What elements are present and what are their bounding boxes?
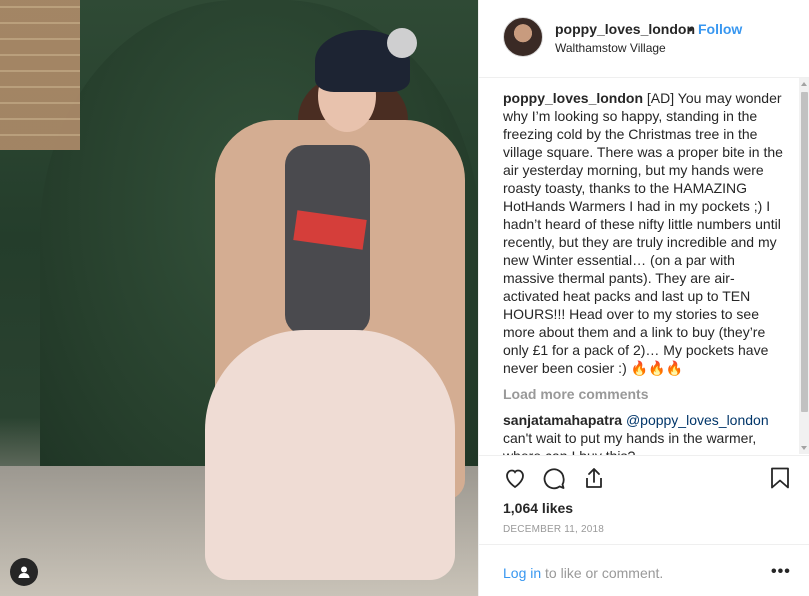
action-bar: [479, 455, 809, 499]
post-photo[interactable]: [0, 0, 478, 596]
tulle-skirt: [205, 330, 455, 580]
post-header: poppy_loves_london • Follow Walthamstow …: [479, 0, 809, 78]
fire-emoji: 🔥🔥🔥: [630, 360, 683, 376]
comment-item: sanjatamahapatra @poppy_loves_london can…: [503, 411, 785, 455]
pom-pom: [387, 28, 417, 58]
caption-text: [AD] You may wonder why I’m looking so h…: [503, 90, 783, 376]
likes-count[interactable]: 1,064 likes: [503, 500, 573, 516]
caption-username[interactable]: poppy_loves_london: [503, 90, 643, 106]
comment-mention[interactable]: @poppy_loves_london: [626, 412, 769, 428]
comments-scrollbar[interactable]: [799, 78, 809, 454]
bookmark-icon[interactable]: [768, 466, 792, 495]
user-tag-icon[interactable]: [10, 558, 38, 586]
login-bar: Log in to like or comment. •••: [479, 544, 809, 596]
avatar[interactable]: [503, 17, 543, 57]
comment-icon[interactable]: [542, 466, 566, 495]
username-link[interactable]: poppy_loves_london: [555, 21, 695, 37]
login-prompt: Log in to like or comment.: [503, 565, 663, 581]
comments-section[interactable]: poppy_loves_london [AD] You may wonder w…: [503, 89, 785, 455]
location-link[interactable]: Walthamstow Village: [555, 41, 666, 55]
post-date[interactable]: DECEMBER 11, 2018: [503, 524, 604, 535]
comment-text: can't wait to put my hands in the warmer…: [503, 430, 757, 455]
post-details-panel: poppy_loves_london • Follow Walthamstow …: [478, 0, 809, 596]
scroll-down-arrow[interactable]: [801, 446, 807, 450]
share-icon[interactable]: [582, 466, 606, 495]
load-more-comments-button[interactable]: Load more comments: [503, 385, 785, 403]
caption: poppy_loves_london [AD] You may wonder w…: [503, 89, 785, 377]
follow-button[interactable]: Follow: [698, 21, 742, 37]
scroll-thumb[interactable]: [801, 92, 808, 412]
scroll-up-arrow[interactable]: [801, 82, 807, 86]
heart-icon[interactable]: [503, 466, 527, 495]
more-options-icon[interactable]: •••: [771, 563, 791, 581]
brick-wall: [0, 0, 80, 150]
login-link[interactable]: Log in: [503, 565, 541, 581]
login-suffix: to like or comment.: [541, 565, 664, 581]
separator-dot: •: [688, 21, 693, 37]
comment-username[interactable]: sanjatamahapatra: [503, 412, 622, 428]
